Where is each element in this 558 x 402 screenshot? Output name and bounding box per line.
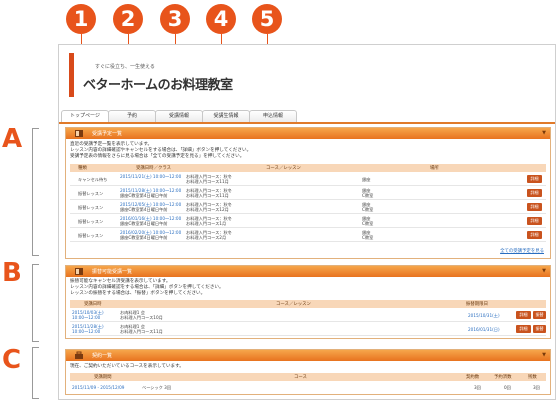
panel-transferable-lessons: 振替可能受講一覧 ▼ 振替可能なキャンセル済受講を表示しています。 レッスン内容… (65, 265, 551, 339)
panel-a-table-header: 種類 受講日時／クラス コース／レッスン 場所 (70, 164, 546, 172)
table-row: 2015/11/28(土) 10:00～12:00 お肉料理1 会 お料理入門コ… (70, 323, 546, 336)
panel-a-desc-3: 受講予定表の情報をさらに見る場合は「全ての受講予定を見る」を押してください。 (70, 154, 245, 159)
logo-tagline: すぐに役立ち、一生使える (95, 64, 155, 70)
logo-accent-bar (69, 53, 74, 97)
collapse-arrow-icon[interactable]: ▼ (542, 130, 546, 136)
app-window: すぐに役立ち、一生使える ベターホームのお料理教室 トップページ 予約 受講情報… (58, 44, 556, 400)
panel-c-desc-1: 現在、ご契約いただいているコースを表示しています。 (70, 364, 184, 369)
section-letter-c: C (2, 345, 22, 375)
collapse-arrow-icon[interactable]: ▼ (542, 268, 546, 274)
detail-button[interactable]: 詳細 (527, 231, 542, 239)
detail-button[interactable]: 詳細 (527, 217, 542, 225)
tab-application-info[interactable]: 申込情報 (249, 110, 297, 122)
book-icon (75, 268, 83, 275)
callout-4: 4 (206, 4, 236, 34)
transfer-button[interactable]: 振替 (533, 325, 546, 333)
section-a-bracket (32, 128, 39, 256)
logo-name: ベターホームのお料理教室 (83, 78, 233, 93)
header-course: コース (294, 375, 307, 380)
callout-5: 5 (252, 4, 282, 34)
panel-b-header: 振替可能受講一覧 ▼ (66, 266, 550, 277)
table-row: 振替レッスン 2015/11/28(土) 10:00～12:00 銀座C教室第4… (70, 187, 546, 200)
briefcase-icon (75, 351, 83, 359)
callout-2: 2 (113, 4, 143, 34)
panel-b-title: 振替可能受講一覧 (92, 269, 133, 275)
header-deadline: 振替期限日 (466, 302, 488, 307)
table-row: 2015/11/09 - 2015/12/09 ベーシック 3回 3回 0回 3… (72, 385, 540, 390)
header-type: 種類 (78, 166, 87, 171)
header-course: コース／レッスン (276, 302, 311, 307)
detail-button[interactable]: 詳細 (516, 325, 531, 333)
tab-top-page[interactable]: トップページ (61, 110, 109, 122)
header-reserved: 予約済数 (494, 375, 512, 380)
logo[interactable]: すぐに役立ち、一生使える ベターホームのお料理教室 (69, 53, 259, 97)
header-datetime: 受講日時 (84, 302, 102, 307)
detail-button[interactable]: 詳細 (527, 189, 542, 197)
header-contracted: 契約数 (466, 375, 480, 380)
callout-1: 1 (66, 4, 96, 34)
header-course: コース／レッスン (266, 166, 301, 171)
all-lessons-link[interactable]: 全ての受講予定を見る (500, 248, 544, 254)
table-row: キャンセル待ち 2015/11/21(土) 10:00～12:00 お料理入門コ… (70, 173, 546, 186)
panel-c-table-header: 受講期間 コース 契約数 予約済数 残数 (70, 373, 546, 381)
header-remaining: 残数 (528, 375, 537, 380)
panel-c-title: 契約一覧 (92, 353, 113, 359)
panel-a-title: 受講予定一覧 (92, 131, 123, 137)
header-place: 場所 (430, 166, 439, 171)
tab-underline (59, 122, 555, 124)
table-row: 振替レッスン 2016/01/16(土) 10:00～12:00 銀座C教室第4… (70, 215, 546, 228)
table-row: 2015/10/03(土) 10:00～12:00 お肉料理1 会 お料理入門コ… (70, 309, 546, 322)
table-row: 振替レッスン 2015/12/05(土) 10:00～12:00 銀座C教室第4… (70, 201, 546, 214)
section-letter-b: B (2, 258, 22, 288)
header-datetime: 受講日時／クラス (136, 166, 172, 171)
book-icon (75, 130, 83, 137)
callout-3: 3 (160, 4, 190, 34)
panel-upcoming-lessons: 受講予定一覧 ▼ 直近の受講予定一覧を表示しています。 レッスン内容の詳細確認や… (65, 127, 551, 259)
tab-student-info[interactable]: 受講生情報 (202, 110, 250, 122)
nav-tabs: トップページ 予約 受講情報 受講生情報 申込情報 (61, 110, 555, 122)
collapse-arrow-icon[interactable]: ▼ (542, 352, 546, 358)
transfer-button[interactable]: 振替 (533, 311, 546, 319)
section-letter-a: A (2, 124, 23, 154)
panel-b-desc-3: レッスンの振替をする場合は、「振替」ボタンを押してください。 (70, 291, 206, 296)
panel-contracts: 契約一覧 ▼ 現在、ご契約いただいているコースを表示しています。 受講期間 コー… (65, 349, 551, 395)
panel-c-header: 契約一覧 ▼ (66, 350, 550, 361)
table-row: 振替レッスン 2016/02/20(土) 10:00～12:00 銀座C教室第4… (70, 229, 546, 242)
panel-b-table-header: 受講日時 コース／レッスン 振替期限日 (70, 300, 546, 308)
detail-button[interactable]: 詳細 (516, 311, 531, 319)
tab-reservation[interactable]: 予約 (108, 110, 156, 122)
panel-a-header: 受講予定一覧 ▼ (66, 128, 550, 139)
detail-button[interactable]: 詳細 (527, 175, 542, 183)
detail-button[interactable]: 詳細 (527, 203, 542, 211)
section-b-bracket (32, 264, 39, 342)
tab-attendance-info[interactable]: 受講情報 (155, 110, 203, 122)
section-c-bracket (32, 347, 39, 399)
header-period: 受講期間 (94, 375, 112, 380)
